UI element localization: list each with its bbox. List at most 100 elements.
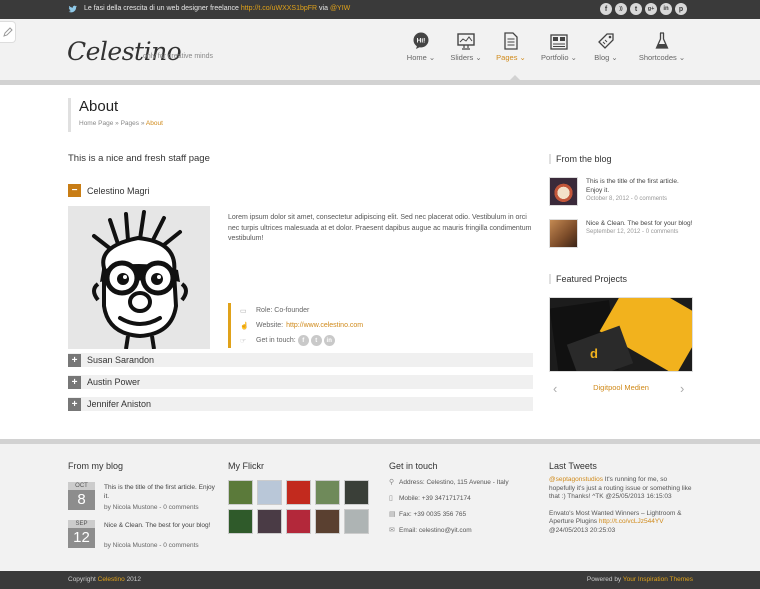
page-title: About bbox=[79, 98, 119, 115]
sidebar-post[interactable]: Nice & Clean. The best for your blog! Se… bbox=[549, 219, 694, 249]
accordion-name: Jennifer Aniston bbox=[87, 399, 152, 409]
flickr-photo[interactable] bbox=[257, 509, 282, 534]
logo[interactable]: Celestino bbox=[67, 37, 182, 66]
flickr-photo[interactable] bbox=[344, 480, 369, 505]
header-divider bbox=[0, 80, 760, 85]
top-tweet-link[interactable]: http://t.co/uWXXS1bpFR bbox=[241, 5, 317, 12]
footer-post[interactable]: SEP 12 Nice & Clean. The best for your b… bbox=[68, 520, 218, 550]
mobile-icon: ▯ bbox=[389, 495, 393, 502]
nav-sliders[interactable]: Sliders ⌄ bbox=[444, 28, 488, 62]
copyright: Copyright Celestino 2012 bbox=[68, 576, 141, 583]
mail-icon: ✉ bbox=[389, 527, 395, 534]
flickr-photo[interactable] bbox=[228, 509, 253, 534]
date-badge: OCT 8 bbox=[68, 482, 95, 510]
footer-post[interactable]: OCT 8 This is the title of the first art… bbox=[68, 482, 218, 512]
touch-icon: ☞ bbox=[240, 337, 247, 345]
powered-by: Powered by Your Inspiration Themes bbox=[587, 576, 693, 583]
page-icon bbox=[504, 32, 518, 50]
map-pin-icon: ⚲ bbox=[389, 479, 395, 486]
flask-icon bbox=[655, 32, 669, 49]
top-tweet-user[interactable]: @YIW bbox=[330, 5, 350, 12]
tweet-link[interactable]: http://t.co/vcLJz544YV bbox=[599, 518, 664, 525]
footer-post-meta: by Nicola Mustone - 0 comments bbox=[104, 504, 199, 511]
nav-pages[interactable]: Pages ⌄ bbox=[489, 28, 533, 62]
pinterest-icon[interactable]: p bbox=[675, 3, 687, 15]
contact-value: +39 0035 356 765 bbox=[413, 510, 467, 518]
linkedin-icon[interactable]: in bbox=[660, 3, 672, 15]
accordion-name: Austin Power bbox=[87, 377, 141, 387]
nav-portfolio[interactable]: Portfolio ⌄ bbox=[537, 28, 581, 62]
nav-shortcodes[interactable]: Shortcodes ⌄ bbox=[637, 28, 687, 62]
footer-post-title[interactable]: Nice & Clean. The best for your blog! bbox=[104, 521, 218, 530]
accordion-name: Celestino Magri bbox=[87, 185, 150, 196]
nav-blog[interactable]: Blog ⌄ bbox=[584, 28, 628, 62]
social-icons: f )) t g+ in p bbox=[600, 3, 687, 15]
footer-contact-title: Get in touch bbox=[389, 461, 438, 471]
bottom-bar: Copyright Celestino 2012 Powered by Your… bbox=[0, 571, 760, 589]
footer-flickr-title: My Flickr bbox=[228, 461, 264, 471]
breadcrumb-home[interactable]: Home Page bbox=[79, 120, 113, 127]
grid-icon bbox=[550, 34, 568, 50]
expand-icon[interactable]: + bbox=[68, 397, 81, 411]
featured-next-arrow[interactable]: › bbox=[680, 381, 684, 396]
role-value: Co-founder bbox=[274, 307, 310, 314]
edit-tab[interactable] bbox=[0, 21, 16, 43]
flickr-grid bbox=[228, 480, 369, 534]
powered-brand[interactable]: Your Inspiration Themes bbox=[623, 576, 693, 583]
accordion-header-austin[interactable]: + Austin Power bbox=[68, 375, 533, 389]
post-title[interactable]: Nice & Clean. The best for your blog! bbox=[586, 219, 694, 228]
breadcrumb-sep: » bbox=[115, 120, 119, 127]
copyright-brand[interactable]: Celestino bbox=[98, 576, 125, 583]
tweet-item: Envato's Most Wanted Winners – Lightroom… bbox=[549, 510, 694, 536]
contact-list: ⚲ Address: Celestino, 115 Avenue - Italy… bbox=[389, 474, 509, 538]
twitter-icon[interactable]: t bbox=[310, 335, 322, 346]
contact-mobile: ▯ Mobile: +39 3471717174 bbox=[389, 490, 509, 506]
flickr-photo[interactable] bbox=[315, 480, 340, 505]
tweet-date: @24/05/2013 20:25:03 bbox=[549, 526, 616, 534]
flickr-photo[interactable] bbox=[228, 480, 253, 505]
contact-label: Email: bbox=[399, 526, 418, 534]
twitter-social-icon[interactable]: t bbox=[630, 3, 642, 15]
featured-caption[interactable]: Digitpool Medien bbox=[549, 383, 693, 392]
flickr-photo[interactable] bbox=[286, 480, 311, 505]
collapse-icon[interactable]: − bbox=[68, 184, 81, 197]
staff-avatar bbox=[68, 206, 210, 349]
nav-home[interactable]: Hi! Home ⌄ bbox=[399, 28, 443, 62]
website-link[interactable]: http://www.celestino.com bbox=[286, 322, 363, 329]
post-thumbnail[interactable] bbox=[549, 177, 578, 206]
accordion-header-jennifer[interactable]: + Jennifer Aniston bbox=[68, 397, 533, 411]
contact-value: +39 3471717174 bbox=[421, 494, 471, 502]
top-tweet-text: Le fasi della crescita di un web designe… bbox=[84, 5, 239, 12]
post-title[interactable]: This is the title of the first article. … bbox=[586, 177, 694, 195]
flickr-photo[interactable] bbox=[315, 509, 340, 534]
featured-project-image[interactable]: d bbox=[549, 297, 693, 372]
breadcrumb-pages[interactable]: Pages bbox=[121, 120, 139, 127]
id-card-icon: ▭ bbox=[240, 307, 247, 315]
linkedin-icon[interactable]: in bbox=[323, 335, 335, 346]
footer-post-title[interactable]: This is the title of the first article. … bbox=[104, 483, 218, 501]
page-title-block: About Home Page » Pages » About bbox=[68, 98, 163, 132]
fax-icon: ▤ bbox=[389, 511, 396, 518]
footer-post-meta: by Nicola Mustone - 0 comments bbox=[104, 542, 199, 549]
google-plus-icon[interactable]: g+ bbox=[645, 3, 657, 15]
post-thumbnail[interactable] bbox=[549, 219, 578, 248]
tweet-user[interactable]: @septagonstudios bbox=[549, 476, 603, 483]
facebook-icon[interactable]: f bbox=[297, 335, 309, 346]
expand-icon[interactable]: + bbox=[68, 375, 81, 389]
flickr-photo[interactable] bbox=[344, 509, 369, 534]
flickr-photo[interactable] bbox=[286, 509, 311, 534]
staff-role-row: ▭ Role: Co-founder bbox=[240, 303, 363, 318]
tweet-item: @septagonstudios It's running for me, so… bbox=[549, 476, 694, 502]
rss-icon[interactable]: )) bbox=[615, 3, 627, 15]
sidebar-post[interactable]: This is the title of the first article. … bbox=[549, 177, 694, 207]
staff-website-row: ☝ Website: http://www.celestino.com bbox=[240, 318, 363, 333]
hi-bubble-icon: Hi! bbox=[413, 32, 429, 49]
contact-value[interactable]: celestino@yit.com bbox=[419, 527, 472, 534]
expand-icon[interactable]: + bbox=[68, 353, 81, 367]
copyright-text: Copyright bbox=[68, 576, 96, 583]
staff-bio: Lorem ipsum dolor sit amet, consectetur … bbox=[228, 214, 532, 242]
flickr-photo[interactable] bbox=[257, 480, 282, 505]
facebook-icon[interactable]: f bbox=[600, 3, 612, 15]
accordion-header-susan[interactable]: + Susan Sarandon bbox=[68, 353, 533, 367]
accordion-header-open[interactable]: − Celestino Magri bbox=[68, 184, 150, 197]
